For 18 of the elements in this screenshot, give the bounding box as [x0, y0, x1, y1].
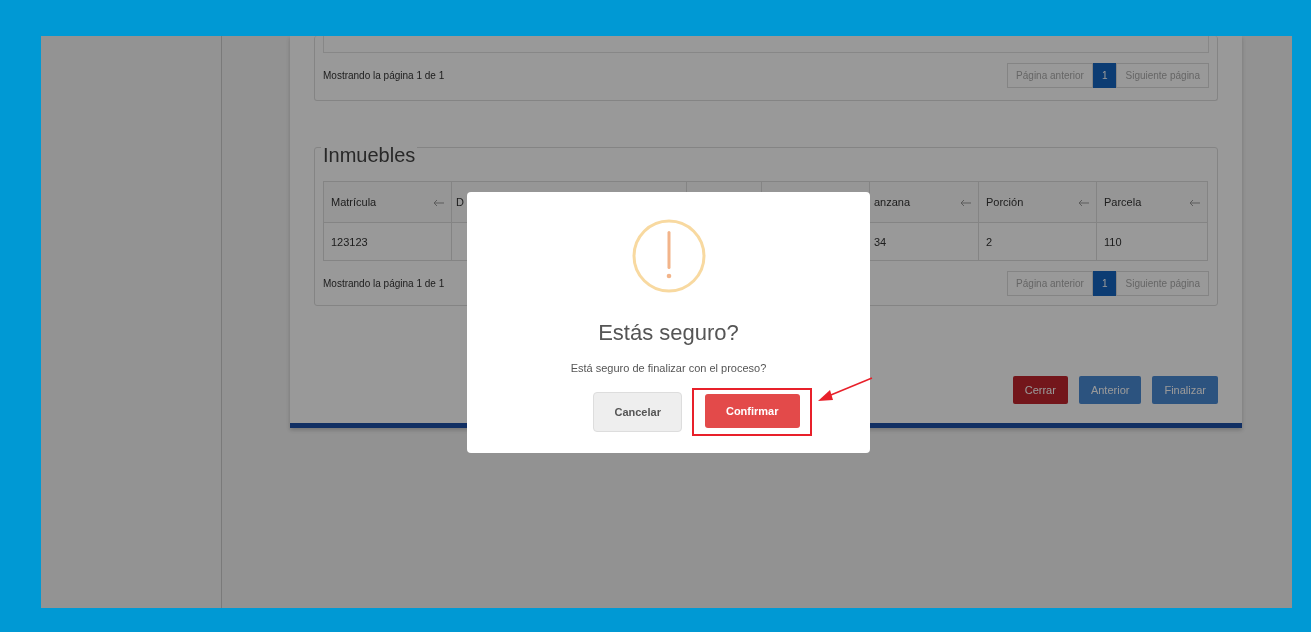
action-button[interactable]: Finalizar — [1152, 376, 1218, 404]
action-button[interactable]: Cerrar — [1012, 376, 1068, 404]
confirm-button[interactable]: Confirmar — [704, 394, 800, 428]
table-cell: 110 — [1096, 223, 1208, 260]
action-button[interactable]: Anterior — [1078, 376, 1142, 404]
page-info: Mostrando la página 1 de 1 — [323, 277, 445, 289]
warning-icon — [630, 218, 707, 294]
dialog-title: Estás seguro? — [598, 320, 739, 346]
page-info: Mostrando la página 1 de 1 — [323, 69, 445, 81]
column-header[interactable]: Matrícula — [323, 182, 451, 222]
table-cell: 123123 — [323, 223, 451, 260]
column-header[interactable]: Parcela — [1096, 182, 1208, 222]
dialog-message: Está seguro de finalizar con el proceso? — [570, 362, 767, 374]
page-number-button[interactable]: 1 — [1092, 270, 1117, 296]
table-cell: 2 — [978, 223, 1096, 260]
column-header[interactable]: Porción — [978, 182, 1096, 222]
page-number-button[interactable]: 1 — [1092, 62, 1117, 88]
cancel-button[interactable]: Cancelar — [593, 392, 682, 432]
